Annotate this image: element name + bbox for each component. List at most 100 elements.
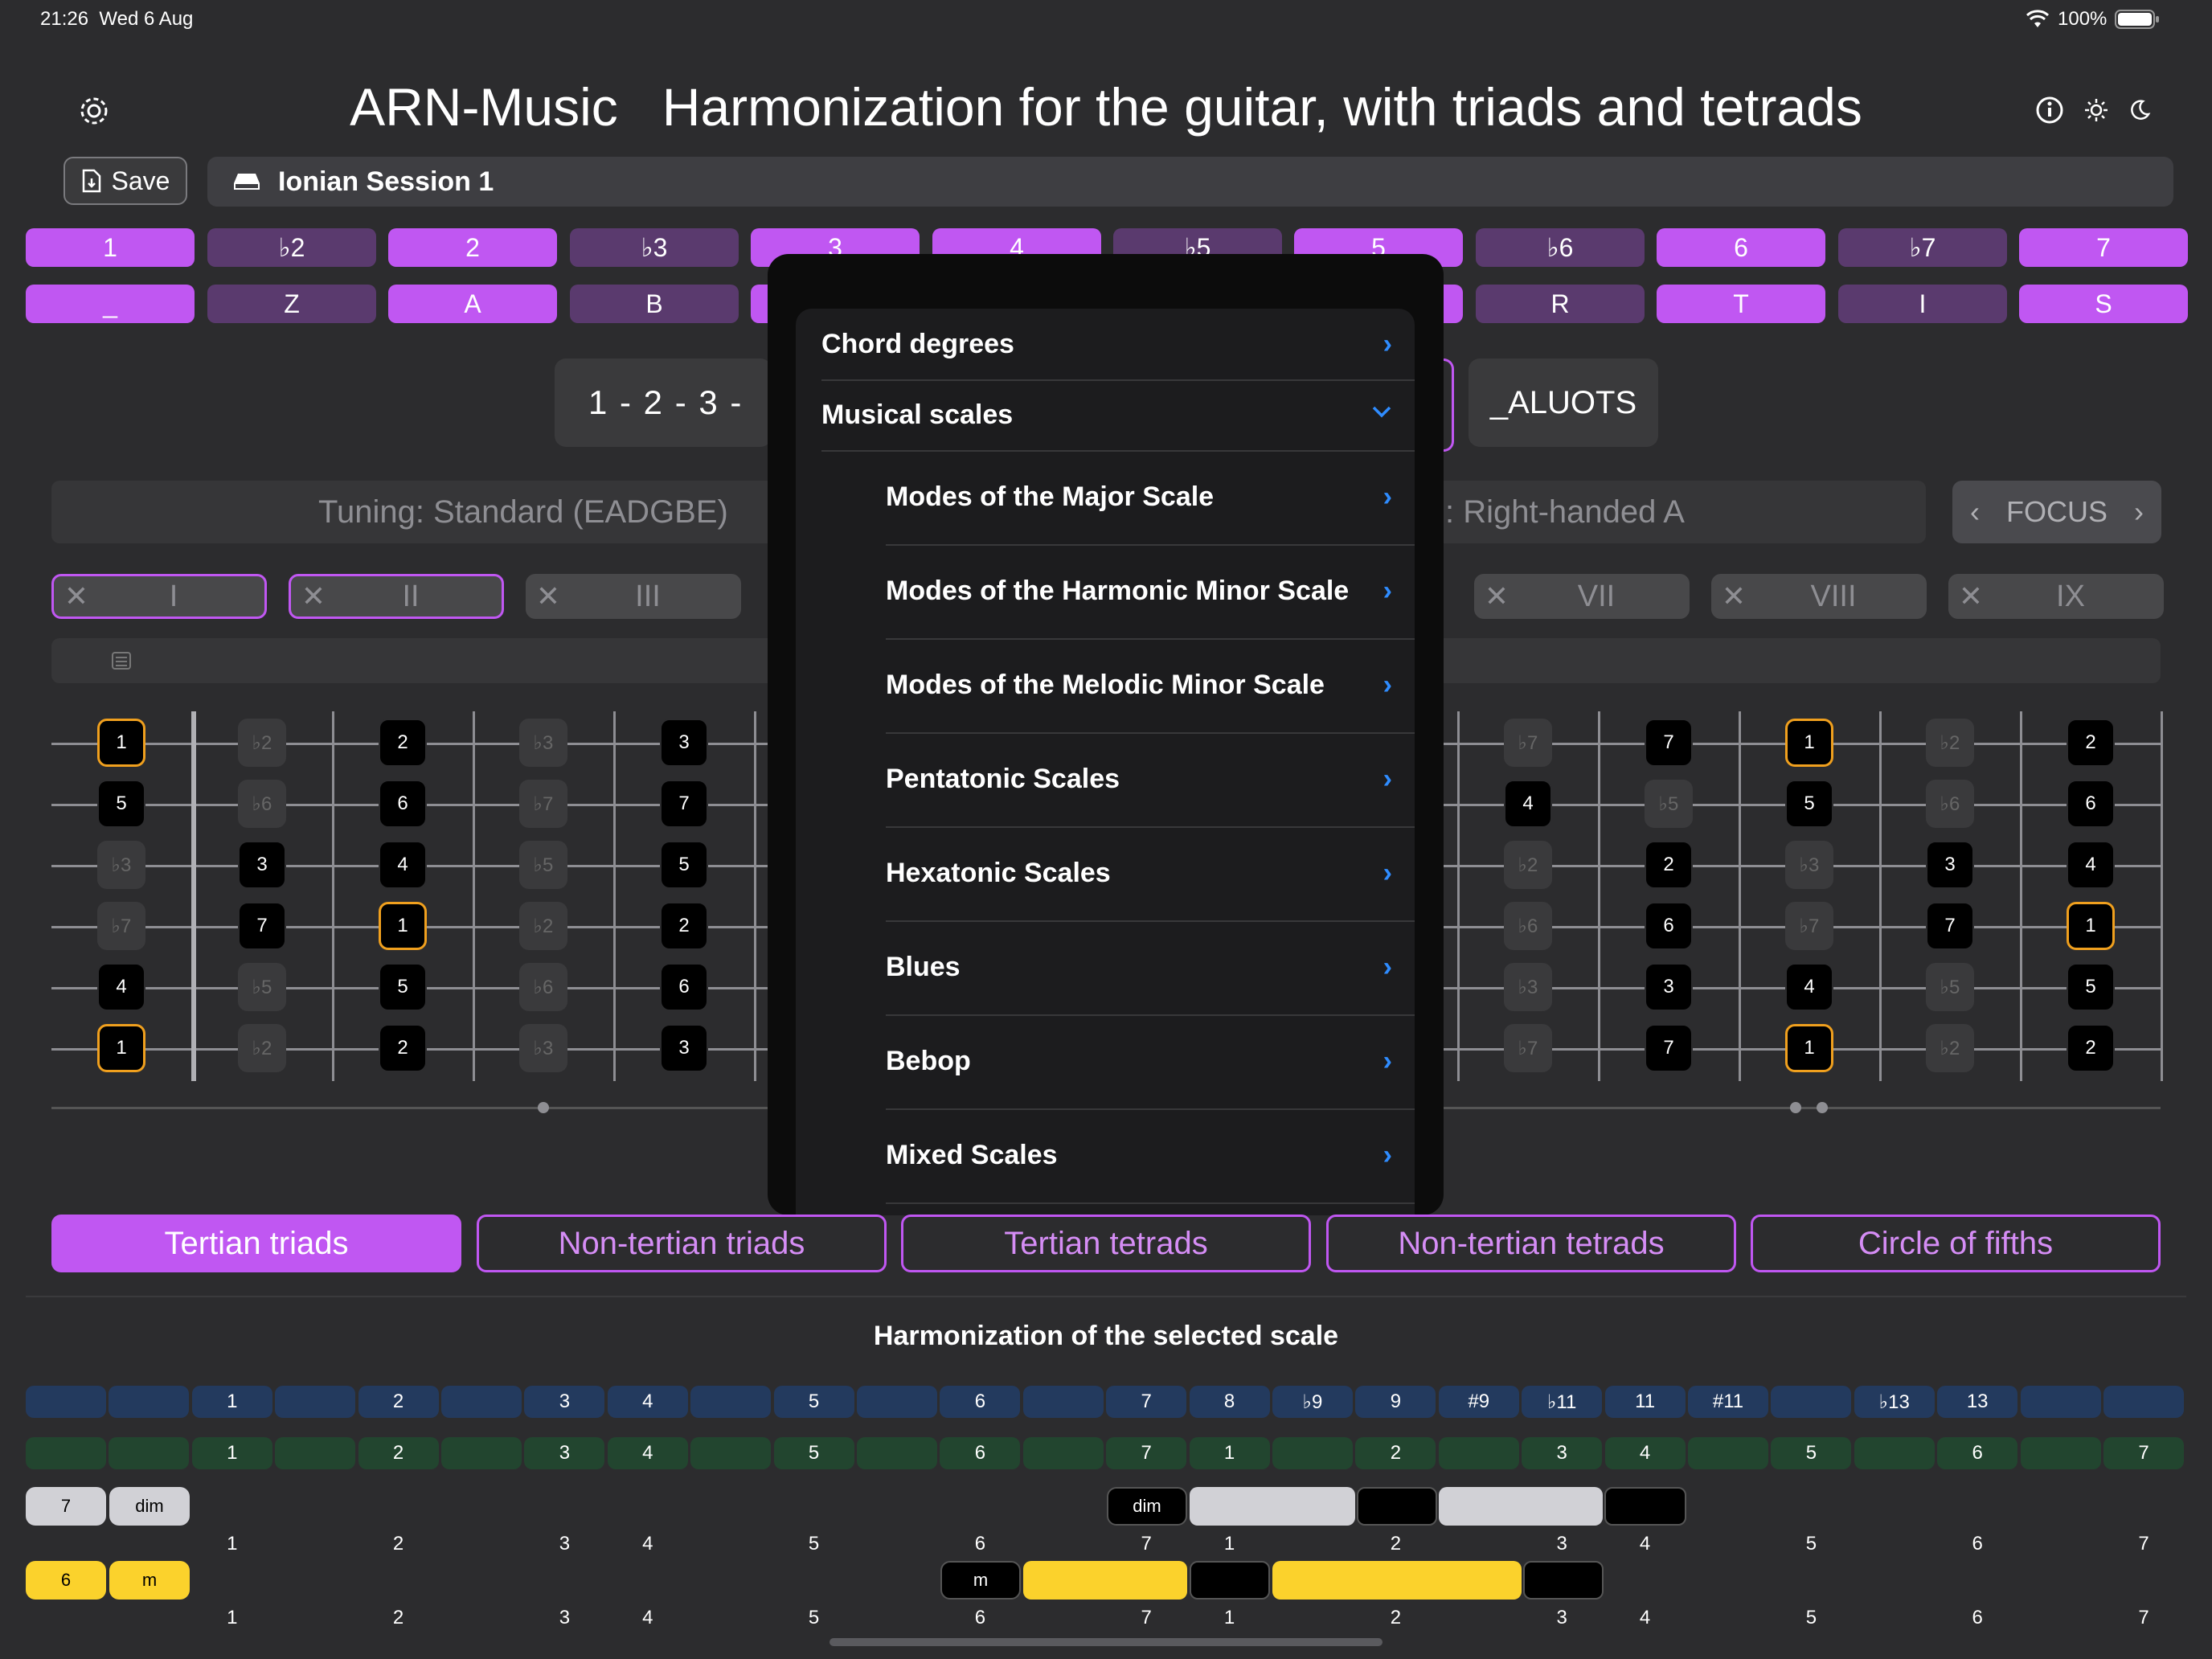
chevron-right-icon[interactable]: › xyxy=(2134,495,2144,529)
sun-icon[interactable] xyxy=(2083,97,2109,123)
fret-note[interactable]: ♭3 xyxy=(97,841,145,889)
letter-chip[interactable]: Z xyxy=(207,285,376,323)
fret-note[interactable]: 1 xyxy=(97,1024,145,1072)
close-icon[interactable]: ✕ xyxy=(1948,580,1993,613)
position-5[interactable]: ✕ VIII xyxy=(1711,574,1927,619)
chord-quality-block[interactable]: m xyxy=(940,1561,1021,1600)
tab-circle-of-fifths[interactable]: Circle of fifths xyxy=(1751,1215,2161,1272)
fret-note[interactable]: 1 xyxy=(2067,902,2115,950)
letter-chip[interactable]: T xyxy=(1657,285,1825,323)
info-icon[interactable] xyxy=(2035,96,2064,125)
submenu-item[interactable]: Blues › xyxy=(796,920,1415,1014)
position-4[interactable]: ✕ VII xyxy=(1474,574,1690,619)
degree-chip[interactable]: 2 xyxy=(388,228,557,267)
fret-note[interactable]: 1 xyxy=(379,902,427,950)
fret-note[interactable]: 3 xyxy=(238,841,286,889)
fret-note[interactable]: ♭3 xyxy=(519,1024,567,1072)
tab-tertian-tetrads[interactable]: Tertian tetrads xyxy=(901,1215,1311,1272)
menu-item-chord-degrees[interactable]: Chord degrees › xyxy=(796,309,1415,379)
fret-note[interactable]: ♭3 xyxy=(1785,841,1833,889)
scale-sequence[interactable]: 1 - 2 - 3 - xyxy=(555,358,772,447)
fret-note[interactable]: ♭2 xyxy=(1926,719,1974,767)
fret-note[interactable]: 7 xyxy=(660,780,708,828)
fret-note[interactable]: ♭5 xyxy=(519,841,567,889)
list-icon[interactable] xyxy=(111,651,132,670)
fret-note[interactable]: 5 xyxy=(2067,963,2115,1011)
position-3[interactable]: ✕ III xyxy=(526,574,741,619)
letter-chip[interactable]: S xyxy=(2019,285,2188,323)
submenu-item[interactable]: Pentatonic Scales › xyxy=(796,732,1415,826)
fret-note[interactable]: ♭7 xyxy=(519,780,567,828)
fret-note[interactable]: 7 xyxy=(1645,719,1693,767)
degree-chip[interactable]: 1 xyxy=(26,228,195,267)
fret-note[interactable]: 2 xyxy=(2067,1024,2115,1072)
fret-note[interactable]: ♭3 xyxy=(1504,963,1552,1011)
fret-note[interactable]: 2 xyxy=(660,902,708,950)
fret-note[interactable]: 5 xyxy=(379,963,427,1011)
letter-chip[interactable]: R xyxy=(1476,285,1645,323)
save-button[interactable]: Save xyxy=(63,157,187,205)
submenu-item[interactable]: Modes of the Melodic Minor Scale › xyxy=(796,638,1415,732)
fret-note[interactable]: 4 xyxy=(379,841,427,889)
fret-note[interactable]: ♭7 xyxy=(1504,719,1552,767)
home-indicator[interactable] xyxy=(830,1638,1382,1646)
degree-chip[interactable]: ♭6 xyxy=(1476,228,1645,267)
submenu-item[interactable]: Hexatonic Scales › xyxy=(796,826,1415,920)
letter-chip[interactable]: A xyxy=(388,285,557,323)
letter-chip[interactable]: _ xyxy=(26,285,195,323)
fret-note[interactable]: 1 xyxy=(1785,719,1833,767)
fret-note[interactable]: 5 xyxy=(660,841,708,889)
fret-note[interactable]: ♭2 xyxy=(1926,1024,1974,1072)
fret-note[interactable]: 2 xyxy=(1645,841,1693,889)
fret-note[interactable]: 3 xyxy=(1926,841,1974,889)
close-icon[interactable]: ✕ xyxy=(291,580,336,613)
letter-chip[interactable]: B xyxy=(570,285,739,323)
tab-non-tertian-triads[interactable]: Non-tertian triads xyxy=(477,1215,887,1272)
fret-note[interactable]: 6 xyxy=(660,963,708,1011)
fret-note[interactable]: ♭6 xyxy=(238,780,286,828)
fret-note[interactable]: ♭6 xyxy=(519,963,567,1011)
fret-note[interactable]: ♭5 xyxy=(1645,780,1693,828)
fret-note[interactable]: ♭3 xyxy=(519,719,567,767)
fret-note[interactable]: 5 xyxy=(1785,780,1833,828)
fret-note[interactable]: ♭2 xyxy=(238,1024,286,1072)
fret-note[interactable]: 3 xyxy=(660,719,708,767)
chord-quality-block[interactable]: dim xyxy=(1107,1487,1187,1526)
fret-note[interactable]: 7 xyxy=(1645,1024,1693,1072)
position-2[interactable]: ✕ II xyxy=(289,574,504,619)
fret-note[interactable]: ♭6 xyxy=(1504,902,1552,950)
position-6[interactable]: ✕ IX xyxy=(1948,574,2164,619)
scale-letters[interactable]: _ALUOTS xyxy=(1469,358,1658,447)
fret-note[interactable]: 6 xyxy=(1645,902,1693,950)
fret-note[interactable]: ♭6 xyxy=(1926,780,1974,828)
degree-chip[interactable]: 7 xyxy=(2019,228,2188,267)
fret-note[interactable]: ♭5 xyxy=(1926,963,1974,1011)
hand-selector[interactable]: : Right-handed A xyxy=(1429,481,1926,543)
fret-note[interactable]: ♭7 xyxy=(97,902,145,950)
fret-note[interactable]: 1 xyxy=(97,719,145,767)
moon-icon[interactable] xyxy=(2128,99,2151,121)
close-icon[interactable]: ✕ xyxy=(1474,580,1519,613)
close-icon[interactable]: ✕ xyxy=(1711,580,1756,613)
fret-note[interactable]: 1 xyxy=(1785,1024,1833,1072)
fret-note[interactable]: 2 xyxy=(379,1024,427,1072)
degree-chip[interactable]: ♭2 xyxy=(207,228,376,267)
close-icon[interactable]: ✕ xyxy=(54,580,99,613)
fret-note[interactable]: 6 xyxy=(379,780,427,828)
tab-non-tertian-tetrads[interactable]: Non-tertian tetrads xyxy=(1326,1215,1736,1272)
fret-note[interactable]: 4 xyxy=(1785,963,1833,1011)
fret-note[interactable]: ♭7 xyxy=(1504,1024,1552,1072)
fret-note[interactable]: 2 xyxy=(2067,719,2115,767)
fret-note[interactable]: 6 xyxy=(2067,780,2115,828)
fret-note[interactable]: 2 xyxy=(379,719,427,767)
fret-note[interactable]: ♭2 xyxy=(1504,841,1552,889)
degree-chip[interactable]: 6 xyxy=(1657,228,1825,267)
menu-item-musical-scales[interactable]: Musical scales xyxy=(796,379,1415,450)
position-1[interactable]: ✕ I xyxy=(51,574,267,619)
fret-note[interactable]: 4 xyxy=(2067,841,2115,889)
submenu-item[interactable]: Modes of the Harmonic Minor Scale › xyxy=(796,544,1415,638)
session-name-field[interactable]: Ionian Session 1 xyxy=(207,157,2173,207)
fret-note[interactable]: ♭2 xyxy=(519,902,567,950)
submenu-item[interactable]: Mixed Scales › xyxy=(796,1108,1415,1202)
letter-chip[interactable]: I xyxy=(1838,285,2007,323)
